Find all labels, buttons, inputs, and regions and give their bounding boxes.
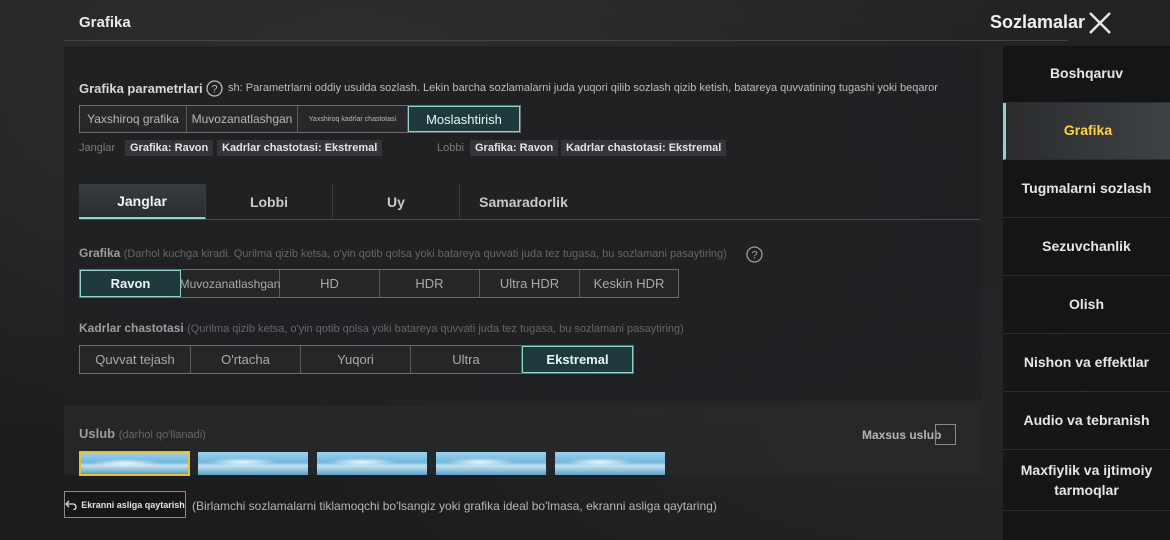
- question-icon: ?: [206, 80, 223, 97]
- graphics-option-ravon[interactable]: Ravon: [80, 270, 181, 297]
- sidebar-item-nishon-va-effektlar[interactable]: Nishon va effektlar: [1003, 335, 1170, 392]
- graphics-option-ultra-hdr[interactable]: Ultra HDR: [480, 270, 580, 297]
- tab-janglar[interactable]: Janglar: [79, 184, 206, 219]
- fps-option-ultra[interactable]: Ultra: [411, 346, 522, 373]
- fps-selector: Quvvat tejash O'rtacha Yuqori Ultra Ekst…: [79, 345, 634, 374]
- graphics-option-hdr[interactable]: HDR: [380, 270, 480, 297]
- fps-option-medium[interactable]: O'rtacha: [191, 346, 301, 373]
- params-title: Grafika parametrlari: [79, 81, 203, 96]
- tab-samaradorlik[interactable]: Samaradorlik: [460, 184, 587, 219]
- preset-selector: Yaxshiroq grafika Muvozanatlashgan Yaxsh…: [79, 105, 521, 133]
- sidebar-item-olish[interactable]: Olish: [1003, 277, 1170, 334]
- undo-icon: [65, 500, 77, 510]
- graphics-quality-selector: Ravon Muvozanatlashgan HD HDR Ultra HDR …: [79, 269, 679, 298]
- reset-description: (Birlamchi sozlamalarni tiklamoqchi bo'l…: [192, 499, 717, 513]
- sidebar-item-boshqaruv[interactable]: Boshqaruv: [1003, 46, 1170, 103]
- graphics-option-hd[interactable]: HD: [280, 270, 380, 297]
- sidebar-item-tugmalarni-sozlash[interactable]: Tugmalarni sozlash: [1003, 161, 1170, 218]
- fps-section-label: Kadrlar chastotasi (Qurilma qizib ketsa,…: [79, 321, 684, 335]
- title-divider: [64, 40, 1068, 41]
- custom-style-checkbox[interactable]: [935, 424, 956, 445]
- sidebar-item-grafika[interactable]: Grafika: [1003, 103, 1170, 160]
- help-button[interactable]: ?: [206, 80, 223, 97]
- janglar-fps-tag: Kadrlar chastotasi: Ekstremal: [217, 140, 383, 156]
- close-button[interactable]: [1086, 9, 1114, 37]
- fps-option-power-saving[interactable]: Quvvat tejash: [80, 346, 191, 373]
- janglar-summary-label: Janglar: [79, 142, 116, 154]
- preset-better-graphics[interactable]: Yaxshiroq grafika: [80, 106, 187, 132]
- style-thumbnail[interactable]: [198, 452, 308, 475]
- question-icon: ?: [746, 246, 763, 263]
- tab-uy[interactable]: Uy: [333, 184, 460, 219]
- tab-lobbi[interactable]: Lobbi: [206, 184, 333, 219]
- lobbi-summary-label: Lobbi: [437, 142, 464, 154]
- svg-text:?: ?: [211, 84, 217, 96]
- graphics-section-label: Grafika (Darhol kuchga kiradi. Qurilma q…: [79, 246, 727, 260]
- custom-style-label: Maxsus uslub: [862, 428, 942, 442]
- preset-better-fps[interactable]: Yaxshiroq kadrlar chastotasi: [298, 106, 408, 132]
- close-icon: [1089, 12, 1111, 34]
- style-thumbnail[interactable]: [317, 452, 427, 475]
- fps-note: (Qurilma qizib ketsa, o'yin qotib qolsa …: [187, 323, 684, 335]
- settings-sidebar: Boshqaruv Grafika Tugmalarni sozlash Sez…: [1003, 46, 1170, 540]
- style-thumbnail[interactable]: [555, 452, 665, 475]
- params-description: sh: Parametrlarni oddiy usulda sozlash. …: [228, 82, 938, 94]
- sidebar-item-maxfiylik[interactable]: Maxfiylik va ijtimoiy tarmoqlar: [1003, 451, 1170, 511]
- fps-option-high[interactable]: Yuqori: [301, 346, 411, 373]
- style-label: Uslub: [79, 426, 116, 441]
- settings-title: Sozlamalar: [990, 12, 1086, 32]
- lobbi-graphics-tag: Grafika: Ravon: [470, 140, 559, 156]
- graphics-option-keskin-hdr[interactable]: Keskin HDR: [580, 270, 678, 297]
- preset-balanced[interactable]: Muvozanatlashgan: [187, 106, 298, 132]
- mode-tabs: Janglar Lobbi Uy Samaradorlik: [79, 184, 980, 220]
- graphics-option-balanced[interactable]: Muvozanatlashgan: [180, 270, 280, 297]
- reset-button-label: Ekranni asliga qaytarish: [81, 499, 185, 510]
- graphics-label: Grafika: [79, 246, 121, 260]
- fps-label: Kadrlar chastotasi: [79, 321, 184, 335]
- lobbi-fps-tag: Kadrlar chastotasi: Ekstremal: [561, 140, 727, 156]
- graphics-help-button[interactable]: ?: [746, 246, 763, 263]
- sidebar-item-sezuvchanlik[interactable]: Sezuvchanlik: [1003, 219, 1170, 276]
- style-thumbnail[interactable]: [79, 451, 190, 476]
- reset-screen-button[interactable]: Ekranni asliga qaytarish: [64, 491, 186, 518]
- page-title: Grafika: [79, 14, 131, 31]
- graphics-note: (Darhol kuchga kiradi. Qurilma qizib ket…: [123, 248, 727, 260]
- svg-text:?: ?: [751, 250, 757, 262]
- preset-custom[interactable]: Moslashtirish: [408, 106, 520, 132]
- janglar-graphics-tag: Grafika: Ravon: [125, 140, 214, 156]
- sidebar-item-audio-va-tebranish[interactable]: Audio va tebranish: [1003, 393, 1170, 450]
- style-section-label: Uslub (darhol qo'llanadi): [79, 426, 206, 441]
- style-thumbnail[interactable]: [436, 452, 546, 475]
- style-note: (darhol qo'llanadi): [118, 429, 206, 441]
- fps-option-extreme[interactable]: Ekstremal: [522, 346, 633, 373]
